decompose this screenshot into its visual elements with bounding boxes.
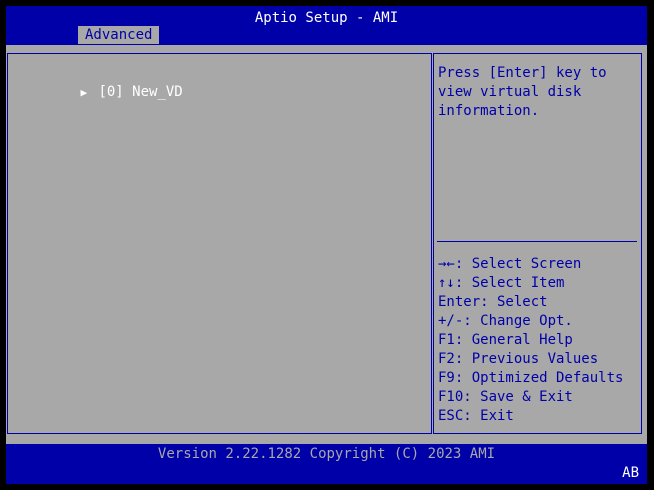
key-select-item: ↑↓: Select Item	[438, 275, 565, 291]
key-optimized-defaults: F9: Optimized Defaults	[438, 370, 624, 386]
key-previous-values: F2: Previous Values	[438, 351, 599, 367]
item-help-text: Press [Enter] key to view virtual disk i…	[438, 64, 638, 121]
triangle-right-icon: ▶	[80, 86, 88, 99]
menu-item-new-vd[interactable]: ▶ [0] New_VD	[13, 64, 183, 121]
bios-screen: Aptio Setup - AMI Advanced ▶ [0] New_VD P…	[6, 6, 647, 484]
help-divider	[437, 241, 637, 242]
key-legend: →←: Select Screen ↑↓: Select Item Enter:…	[438, 255, 623, 426]
help-line: view virtual disk	[438, 84, 582, 100]
key-enter-select: Enter: Select	[438, 294, 548, 310]
main-content: ▶ [0] New_VD Press [Enter] key to view vi…	[6, 45, 647, 444]
key-save-exit: F10: Save & Exit	[438, 389, 573, 405]
key-exit: ESC: Exit	[438, 408, 514, 424]
key-general-help: F1: General Help	[438, 332, 573, 348]
post-code: AB	[622, 465, 639, 481]
key-select-screen: →←: Select Screen	[438, 256, 582, 272]
help-line: Press [Enter] key to	[438, 65, 607, 81]
menu-panel: ▶ [0] New_VD	[7, 53, 432, 434]
help-line: information.	[438, 103, 540, 119]
tab-advanced[interactable]: Advanced	[78, 26, 160, 44]
menu-item-label: [0] New_VD	[98, 84, 183, 100]
key-change-opt: +/-: Change Opt.	[438, 313, 573, 329]
help-panel: Press [Enter] key to view virtual disk i…	[433, 53, 642, 434]
version-footer: Version 2.22.1282 Copyright (C) 2023 AMI	[157, 446, 496, 462]
